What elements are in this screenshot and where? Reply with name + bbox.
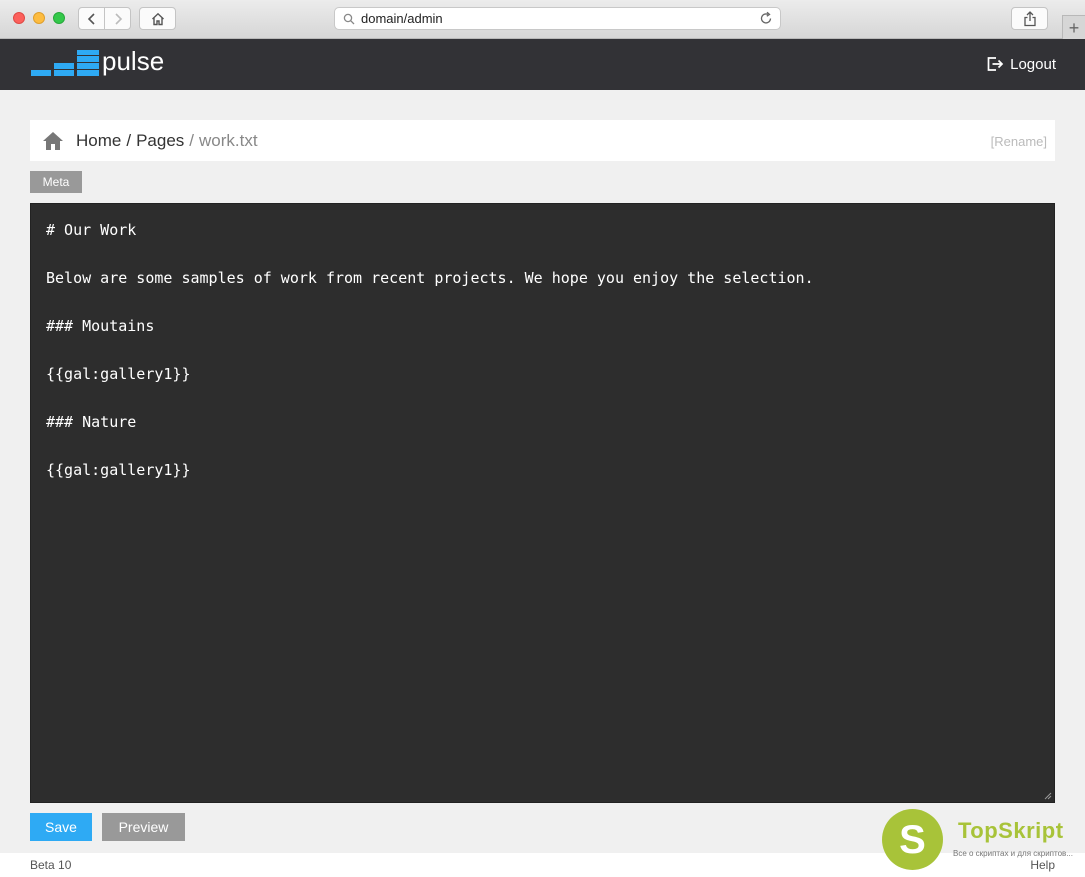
new-tab-button[interactable]: + bbox=[1062, 15, 1085, 39]
zoom-window-button[interactable] bbox=[53, 12, 65, 24]
home-icon bbox=[151, 12, 164, 25]
save-button[interactable]: Save bbox=[30, 813, 92, 841]
app-header: pulse Logout bbox=[0, 39, 1085, 90]
home-icon[interactable] bbox=[42, 131, 64, 151]
logo-text: pulse bbox=[102, 46, 165, 76]
meta-button[interactable]: Meta bbox=[30, 171, 82, 193]
watermark-logo-icon: S bbox=[882, 809, 943, 870]
logout-icon bbox=[987, 57, 1004, 71]
plus-icon: + bbox=[1068, 17, 1080, 38]
search-icon bbox=[343, 13, 355, 24]
breadcrumb-home[interactable]: Home bbox=[76, 131, 121, 151]
chevron-left-icon bbox=[87, 12, 95, 25]
rename-link[interactable]: [Rename] bbox=[991, 134, 1047, 149]
chevron-right-icon bbox=[114, 12, 122, 25]
preview-button[interactable]: Preview bbox=[102, 813, 185, 841]
topskript-watermark: S TopSkript Все о скриптах и для скрипто… bbox=[882, 808, 1082, 872]
watermark-name: TopSkript bbox=[958, 818, 1064, 843]
editor-line: {{gal:gallery1}} bbox=[46, 461, 191, 479]
back-button[interactable] bbox=[78, 7, 105, 30]
editor-line: {{gal:gallery1}} bbox=[46, 365, 191, 383]
logout-button[interactable]: Logout bbox=[986, 55, 1056, 73]
address-text: domain/admin bbox=[361, 11, 443, 26]
share-button[interactable] bbox=[1011, 7, 1048, 30]
breadcrumb: Home / Pages / work.txt [Rename] bbox=[30, 120, 1055, 161]
editor-line: ### Moutains bbox=[46, 317, 155, 335]
breadcrumb-separator: / bbox=[126, 130, 132, 150]
browser-toolbar: domain/admin + bbox=[0, 0, 1085, 39]
breadcrumb-separator: / bbox=[189, 130, 195, 150]
minimize-window-button[interactable] bbox=[33, 12, 45, 24]
content-editor[interactable]: # Our Work Below are some samples of wor… bbox=[30, 203, 1055, 803]
logo-bars-icon bbox=[31, 50, 99, 76]
breadcrumb-current-file: work.txt bbox=[199, 130, 258, 150]
editor-line: # Our Work bbox=[46, 221, 137, 239]
close-window-button[interactable] bbox=[13, 12, 25, 24]
resize-handle-icon[interactable] bbox=[1044, 792, 1052, 800]
watermark-letter: S bbox=[899, 817, 926, 862]
address-bar[interactable]: domain/admin bbox=[334, 7, 781, 30]
browser-home-button[interactable] bbox=[139, 7, 176, 30]
logout-label: Logout bbox=[1010, 55, 1056, 73]
breadcrumb-pages[interactable]: Pages bbox=[136, 131, 184, 151]
editor-line: Below are some samples of work from rece… bbox=[46, 269, 814, 287]
reload-icon[interactable] bbox=[759, 11, 773, 26]
version-label: Beta 10 bbox=[30, 858, 72, 872]
watermark-tagline: Все о скриптах и для скриптов... bbox=[953, 849, 1073, 858]
pulse-logo[interactable]: pulse bbox=[31, 46, 165, 76]
share-icon bbox=[1023, 10, 1036, 26]
forward-button[interactable] bbox=[104, 7, 131, 30]
editor-line: ### Nature bbox=[46, 413, 137, 431]
